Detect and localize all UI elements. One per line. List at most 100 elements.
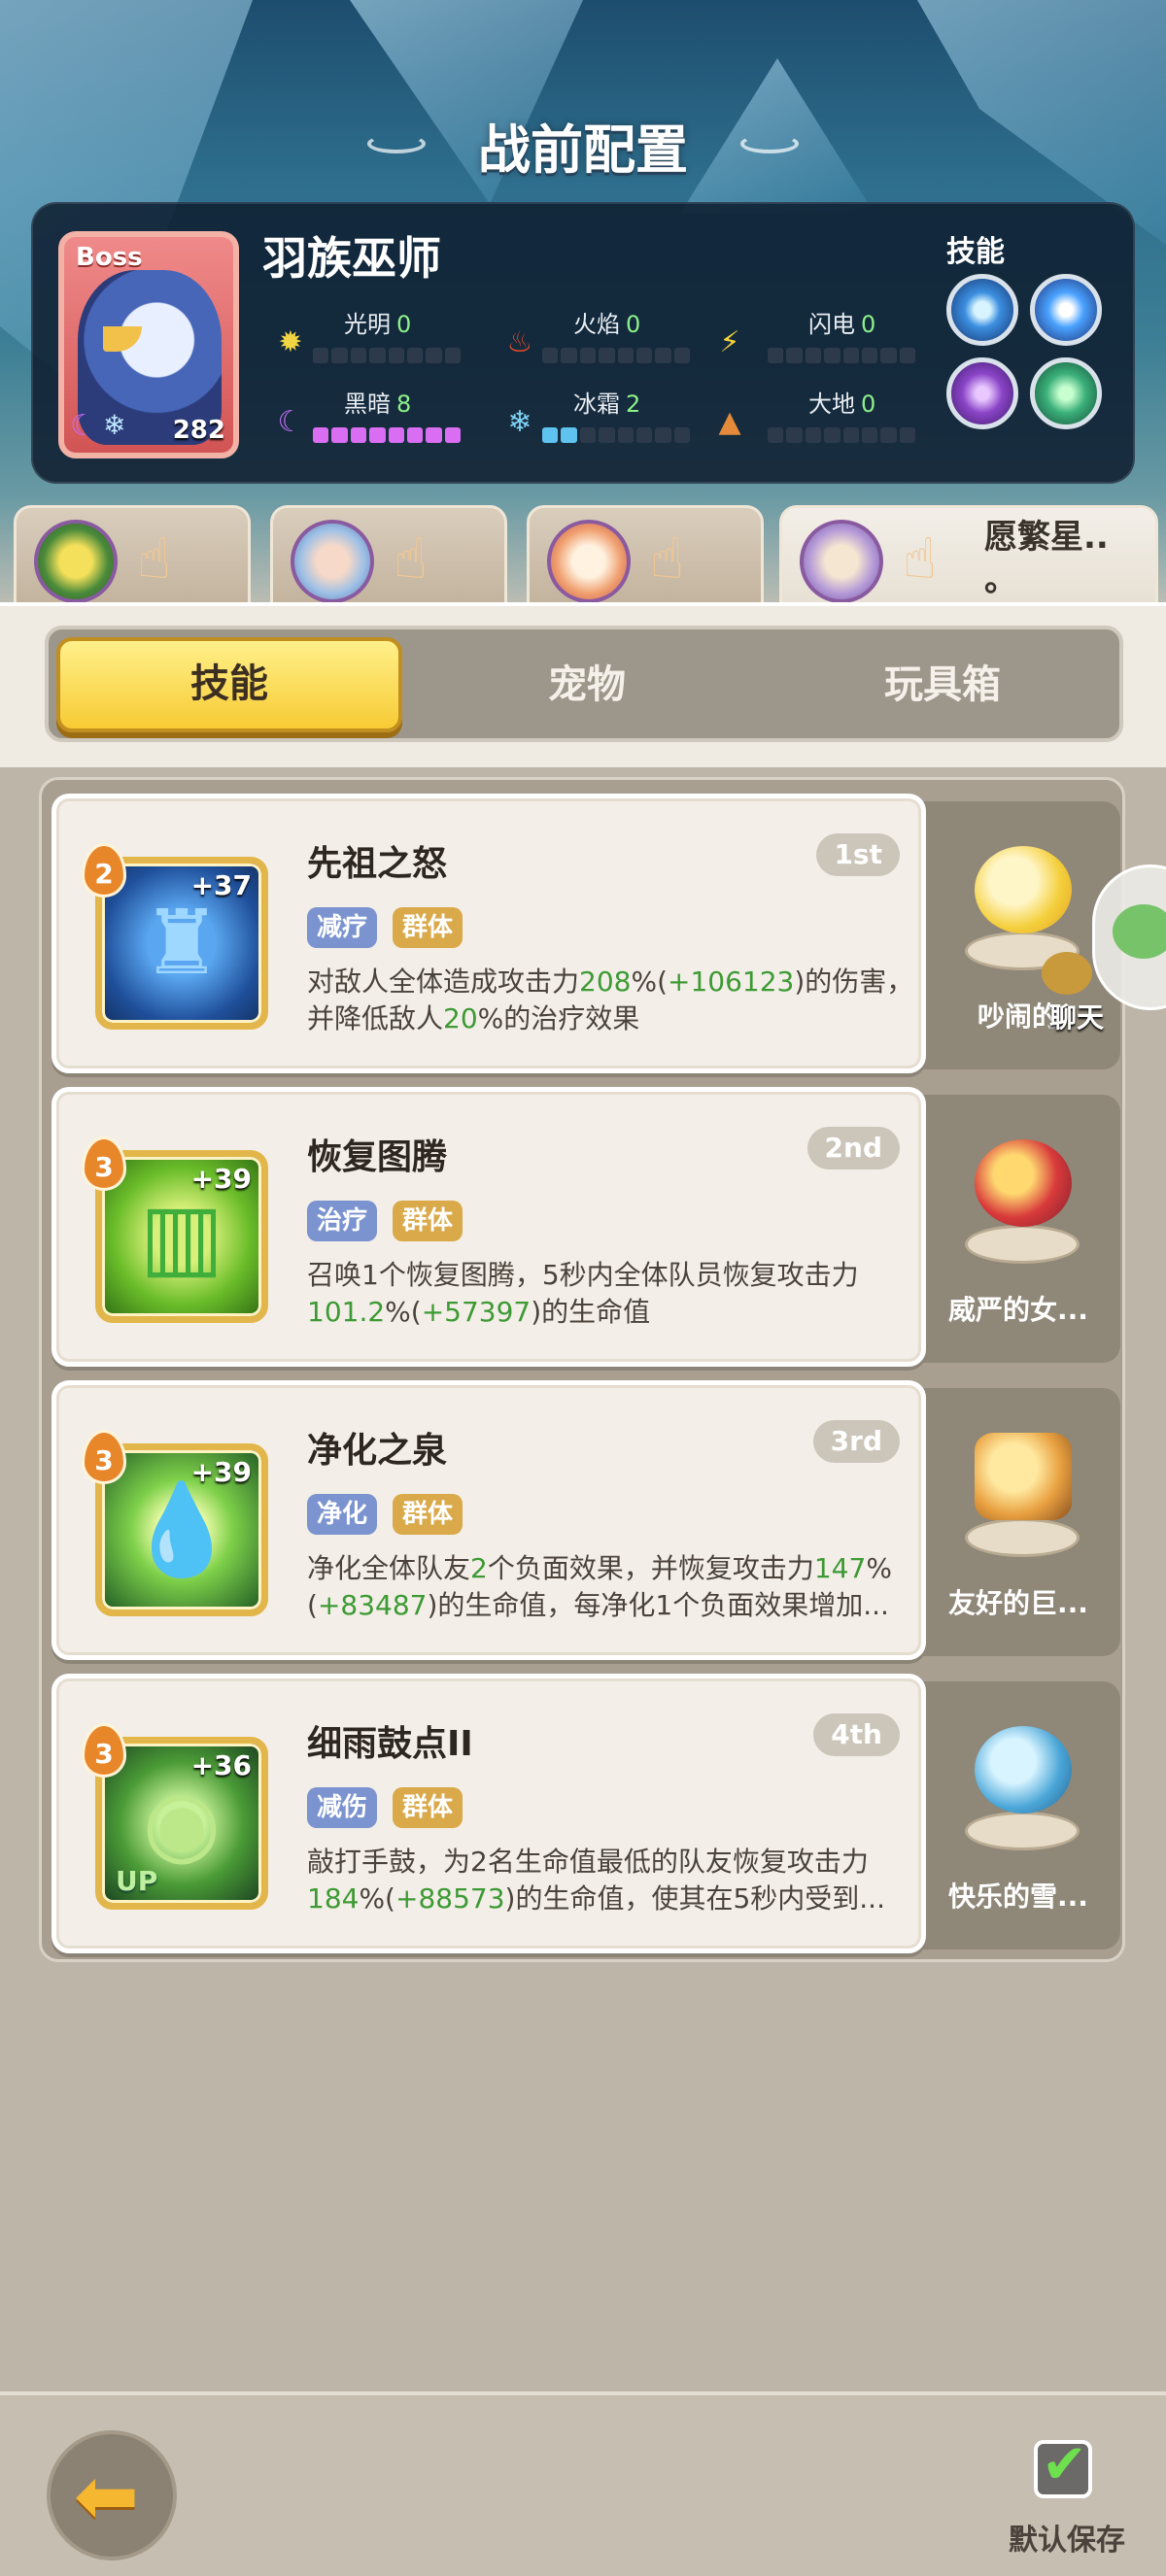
boss-portrait-card[interactable]: Boss ☾ ❄ 282 bbox=[58, 231, 239, 458]
tab-bar: 技能 宠物 玩具箱 bbox=[45, 626, 1123, 742]
element-bar-segment bbox=[542, 427, 559, 443]
snowflake-icon: ❄ bbox=[507, 405, 532, 439]
pet-slot[interactable]: 友好的巨... bbox=[916, 1388, 1120, 1656]
skill-description: 敲打手鼓，为2名生命值最低的队友恢复攻击力184%(+88573)的生命值，使其… bbox=[307, 1846, 885, 1915]
element-bar-segment bbox=[561, 348, 577, 363]
default-save-checkbox[interactable]: ✔ bbox=[1034, 2436, 1092, 2498]
skill-level-badge: 3 bbox=[82, 1430, 126, 1484]
boss-badge: Boss bbox=[76, 243, 143, 272]
skill-level-badge: 3 bbox=[82, 1723, 126, 1778]
sun-icon: ✹ bbox=[278, 325, 303, 359]
element-bar bbox=[313, 348, 461, 363]
pet-slot[interactable]: 威严的女... bbox=[916, 1095, 1120, 1363]
teammate-slot-3[interactable]: ☝ bbox=[527, 505, 764, 612]
element-bar-segment bbox=[617, 348, 634, 363]
skill-rank-badge: 4th bbox=[813, 1713, 900, 1756]
element-earth: ▲ 大地 0 bbox=[713, 385, 927, 443]
skill-tag: 治疗 bbox=[307, 1201, 378, 1241]
skill-tag: 群体 bbox=[393, 1201, 463, 1241]
element-bar-segment bbox=[406, 348, 424, 363]
skill-card[interactable]: ▥ +39 3 恢复图腾 2nd 治疗 群体 召唤1个恢复图腾，5秒内全体队员恢… bbox=[51, 1087, 926, 1367]
pet-avatar bbox=[959, 1415, 1081, 1563]
teammate-slot-4[interactable]: ☝ 愿繁星..。 bbox=[779, 505, 1158, 612]
element-bar-segment bbox=[369, 427, 386, 443]
boss-skill-nature-icon[interactable] bbox=[1030, 357, 1102, 429]
skill-rank-badge: 1st bbox=[816, 833, 900, 876]
default-save-label[interactable]: 默认保存 bbox=[1009, 2516, 1125, 2559]
pet-slot[interactable]: 快乐的雪... bbox=[916, 1681, 1120, 1949]
skill-card[interactable]: 💧 +39 3 净化之泉 3rd 净化 群体 净化全体队友2个负面效果，并恢复攻… bbox=[51, 1380, 926, 1660]
element-bar-segment bbox=[842, 427, 859, 443]
element-bar-segment bbox=[599, 427, 615, 443]
element-bar-segment bbox=[388, 348, 404, 363]
skill-tag: 群体 bbox=[393, 1787, 463, 1828]
element-bar-segment bbox=[673, 348, 690, 363]
element-thunder: ⚡ 闪电 0 bbox=[713, 305, 927, 363]
teammate-avatar bbox=[291, 520, 374, 603]
mountain-icon: ▲ bbox=[718, 405, 741, 439]
element-bar-segment bbox=[579, 348, 597, 363]
element-bar-segment bbox=[655, 427, 671, 443]
element-bar-segment bbox=[673, 427, 690, 443]
skill-tag: 群体 bbox=[393, 907, 463, 948]
skill-tag: 群体 bbox=[393, 1494, 463, 1535]
element-bar-segment bbox=[861, 348, 878, 363]
boss-skill-burst-icon[interactable] bbox=[1030, 274, 1102, 346]
skill-row[interactable]: 吵闹的 ♜ +37 2 先祖之怒 1st 减疗 群体 对敌人全体造成攻击力208… bbox=[51, 794, 1120, 1077]
boss-name: 羽族巫师 bbox=[262, 232, 441, 285]
boss-skill-arcane-icon[interactable] bbox=[946, 357, 1018, 429]
boss-skill-orb-icon[interactable] bbox=[946, 274, 1018, 346]
tab-bar-container: 技能 宠物 玩具箱 bbox=[0, 602, 1166, 767]
element-frost: ❄ 冰霜 2 bbox=[503, 385, 717, 443]
element-bar bbox=[542, 427, 690, 443]
pet-avatar bbox=[959, 1709, 1081, 1856]
skill-name: 恢复图腾 bbox=[307, 1137, 448, 1177]
element-bar-segment bbox=[880, 348, 897, 363]
element-fire: ♨ 火焰 0 bbox=[503, 305, 717, 363]
page-title: 战前配置 bbox=[478, 119, 688, 181]
tab-skills[interactable]: 技能 bbox=[56, 637, 402, 732]
chat-label[interactable]: 聊天 bbox=[1049, 997, 1104, 1035]
skill-card[interactable]: ◉ +36 UP 3 细雨鼓点II 4th 减伤 群体 敲打手鼓，为2名生命值最… bbox=[51, 1674, 926, 1953]
element-bar-segment bbox=[350, 427, 367, 443]
skill-row[interactable]: 快乐的雪... ◉ +36 UP 3 细雨鼓点II 4th 减伤 群体 敲打手鼓… bbox=[51, 1674, 1120, 1957]
skill-description: 净化全体队友2个负面效果，并恢复攻击力147%(+83487)的生命值，每净化1… bbox=[307, 1552, 892, 1621]
checkmark-icon: ✔ bbox=[1042, 2433, 1087, 2496]
skill-tag: 减疗 bbox=[307, 907, 378, 948]
skill-rank-badge: 3rd bbox=[812, 1420, 900, 1463]
boss-skills-heading: 技能 bbox=[946, 235, 1005, 269]
back-button[interactable]: ⬅ bbox=[47, 2430, 177, 2560]
element-bar-segment bbox=[786, 348, 803, 363]
skill-level-badge: 2 bbox=[82, 843, 126, 898]
element-bar-segment bbox=[350, 348, 367, 363]
upgrade-icon: UP bbox=[116, 1865, 158, 1897]
skill-rank-badge: 2nd bbox=[806, 1127, 900, 1169]
element-bar-segment bbox=[880, 427, 897, 443]
element-bar-segment bbox=[635, 427, 653, 443]
skill-row[interactable]: 友好的巨... 💧 +39 3 净化之泉 3rd 净化 群体 净化全体队友2个负… bbox=[51, 1380, 1120, 1664]
element-bar-segment bbox=[579, 427, 597, 443]
element-bar-segment bbox=[313, 427, 329, 443]
tab-pets[interactable]: 宠物 bbox=[414, 637, 760, 732]
teammate-name: 愿繁星..。 bbox=[984, 518, 1109, 599]
element-bar-segment bbox=[369, 348, 386, 363]
tab-toybox[interactable]: 玩具箱 bbox=[770, 637, 1115, 732]
pet-avatar bbox=[959, 1122, 1081, 1270]
element-bar-segment bbox=[617, 427, 634, 443]
skill-row[interactable]: 威严的女... ▥ +39 3 恢复图腾 2nd 治疗 群体 召唤1个恢复图腾，… bbox=[51, 1087, 1120, 1371]
pointing-hand-icon: ☝ bbox=[137, 525, 172, 592]
element-bar-segment bbox=[655, 348, 671, 363]
element-dark: ☾ 黑暗 8 bbox=[274, 385, 488, 443]
element-bar-segment bbox=[406, 427, 424, 443]
element-bar-segment bbox=[805, 427, 822, 443]
pointing-hand-icon: ☝ bbox=[394, 525, 429, 592]
element-bar-segment bbox=[768, 427, 784, 443]
skill-tag: 减伤 bbox=[307, 1787, 378, 1828]
skill-card[interactable]: ♜ +37 2 先祖之怒 1st 减疗 群体 对敌人全体造成攻击力208%(+1… bbox=[51, 794, 926, 1073]
teammate-slot-1[interactable]: ☝ bbox=[14, 505, 251, 612]
element-bar-segment bbox=[768, 348, 784, 363]
teammate-avatar bbox=[34, 520, 118, 603]
teammate-slot-2[interactable]: ☝ bbox=[270, 505, 507, 612]
teammate-avatar bbox=[800, 520, 883, 603]
element-bar-segment bbox=[842, 348, 859, 363]
